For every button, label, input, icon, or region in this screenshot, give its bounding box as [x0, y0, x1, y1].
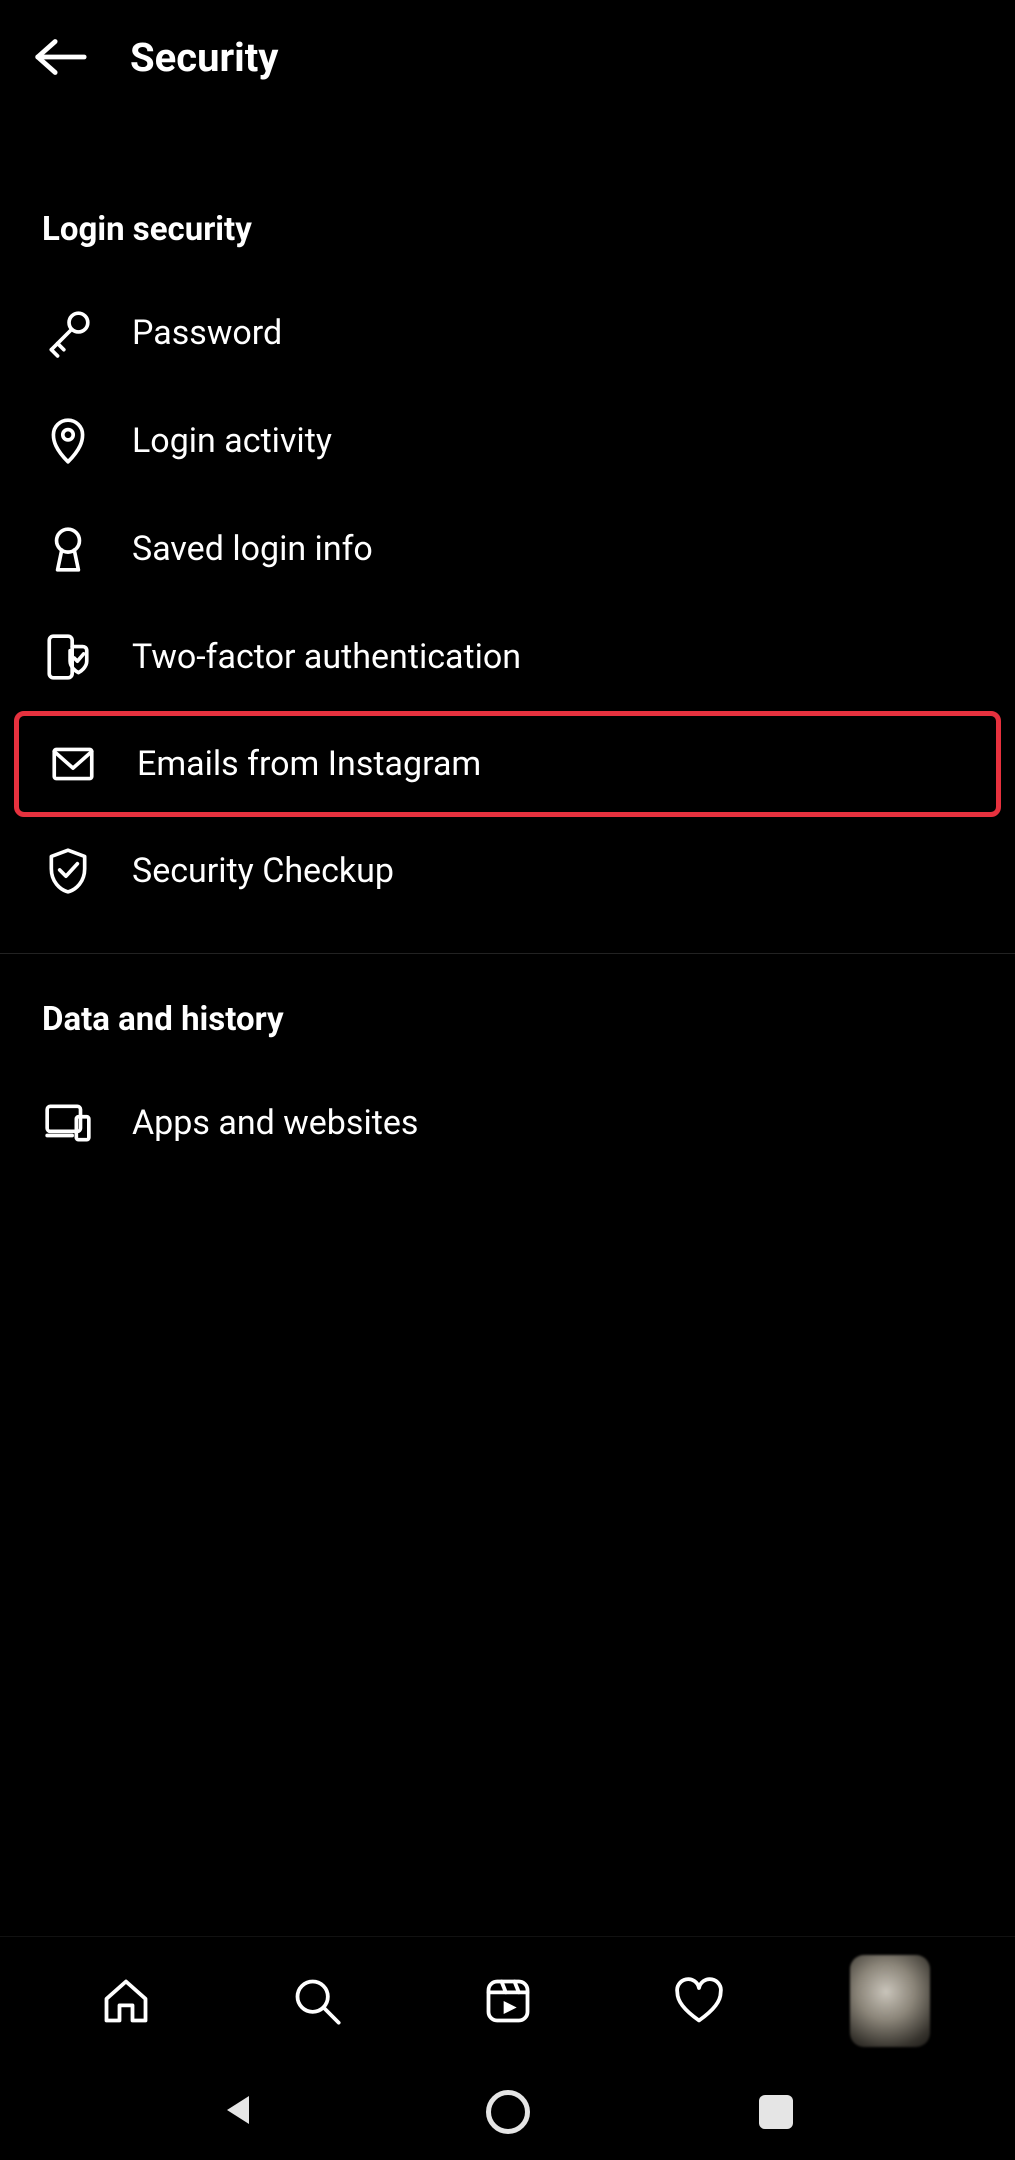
phone-shield-icon [42, 631, 94, 683]
item-saved-login-info[interactable]: Saved login info [0, 495, 1015, 603]
key-icon [42, 307, 94, 359]
system-recents-button[interactable] [746, 2082, 806, 2142]
highlight-annotation: Emails from Instagram [14, 711, 1001, 817]
system-back-button[interactable] [209, 2082, 269, 2142]
item-label: Emails from Instagram [137, 744, 481, 784]
reels-icon [482, 1975, 534, 2027]
item-label: Saved login info [132, 529, 373, 569]
item-label: Password [132, 313, 282, 353]
nav-activity[interactable] [659, 1961, 739, 2041]
profile-thumbnail [850, 1955, 930, 2047]
devices-icon [42, 1097, 94, 1149]
page-title: Security [130, 34, 278, 81]
nav-profile[interactable] [850, 1961, 930, 2041]
nav-home[interactable] [86, 1961, 166, 2041]
search-icon [291, 1975, 343, 2027]
shield-check-icon [42, 845, 94, 897]
nav-reels[interactable] [468, 1961, 548, 2041]
item-password[interactable]: Password [0, 279, 1015, 387]
home-icon [100, 1975, 152, 2027]
item-apps-and-websites[interactable]: Apps and websites [0, 1069, 1015, 1177]
item-emails-from-instagram[interactable]: Emails from Instagram [19, 716, 996, 812]
back-button[interactable] [30, 28, 88, 86]
circle-home-icon [486, 2090, 530, 2134]
nav-search[interactable] [277, 1961, 357, 2041]
item-label: Security Checkup [132, 851, 394, 891]
system-nav-bar [0, 2064, 1015, 2160]
keyhole-icon [42, 523, 94, 575]
item-security-checkup[interactable]: Security Checkup [0, 817, 1015, 925]
heart-icon [673, 1975, 725, 2027]
item-label: Two-factor authentication [132, 637, 521, 677]
section-header-login-security: Login security [0, 210, 1015, 279]
item-label: Apps and websites [132, 1103, 418, 1143]
item-two-factor-auth[interactable]: Two-factor authentication [0, 603, 1015, 711]
section-header-data-history: Data and history [0, 954, 1015, 1069]
arrow-left-icon [30, 37, 88, 77]
square-recents-icon [759, 2095, 793, 2129]
item-label: Login activity [132, 421, 332, 461]
location-pin-icon [42, 415, 94, 467]
envelope-icon [47, 738, 99, 790]
app-bottom-nav [0, 1936, 1015, 2064]
system-home-button[interactable] [478, 2082, 538, 2142]
triangle-back-icon [221, 2092, 257, 2132]
content-area: Login security Password Login activity [0, 114, 1015, 1177]
app-header: Security [0, 0, 1015, 114]
item-login-activity[interactable]: Login activity [0, 387, 1015, 495]
